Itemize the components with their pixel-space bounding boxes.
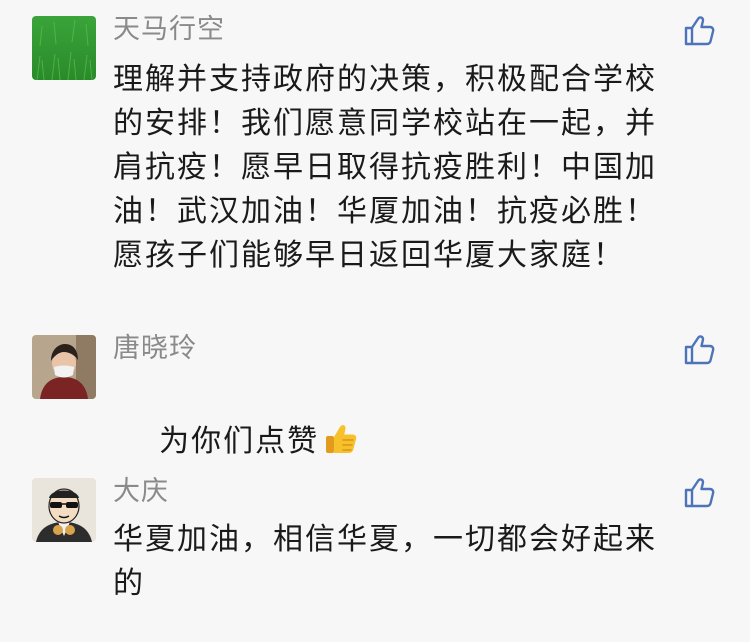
thumbs-up-outline-icon — [684, 335, 715, 365]
comment-item: 天马行空 理解并支持政府的决策，积极配合学校 的安排！我们愿意同学校站在一起，并… — [0, 0, 750, 300]
like-button[interactable] — [683, 475, 717, 509]
comment-item: 大庆 华夏加油，相信华夏，一切都会好起来 的 — [0, 450, 750, 642]
avatar[interactable] — [32, 16, 96, 80]
comment-text: 华夏加油，相信华夏，一切都会好起来 的 — [113, 522, 657, 601]
comment-item: 唐晓玲 为你们点赞 — [0, 300, 750, 459]
like-button[interactable] — [683, 13, 717, 47]
comment-text: 理解并支持政府的决策，积极配合学校 的安排！我们愿意同学校站在一起，并 肩抗疫！… — [113, 62, 657, 273]
thumbs-up-outline-icon — [684, 478, 715, 508]
like-button[interactable] — [683, 332, 717, 366]
cartoon-sunglasses-avatar-icon — [32, 478, 96, 542]
avatar[interactable] — [32, 335, 96, 399]
comment-author[interactable]: 唐晓玲 — [113, 333, 197, 365]
comment-author[interactable]: 大庆 — [113, 476, 169, 508]
comment-author[interactable]: 天马行空 — [113, 14, 225, 46]
grass-avatar-icon — [32, 16, 96, 80]
thumbs-up-outline-icon — [684, 16, 715, 46]
masked-person-avatar-icon — [32, 335, 96, 399]
avatar[interactable] — [32, 478, 96, 542]
